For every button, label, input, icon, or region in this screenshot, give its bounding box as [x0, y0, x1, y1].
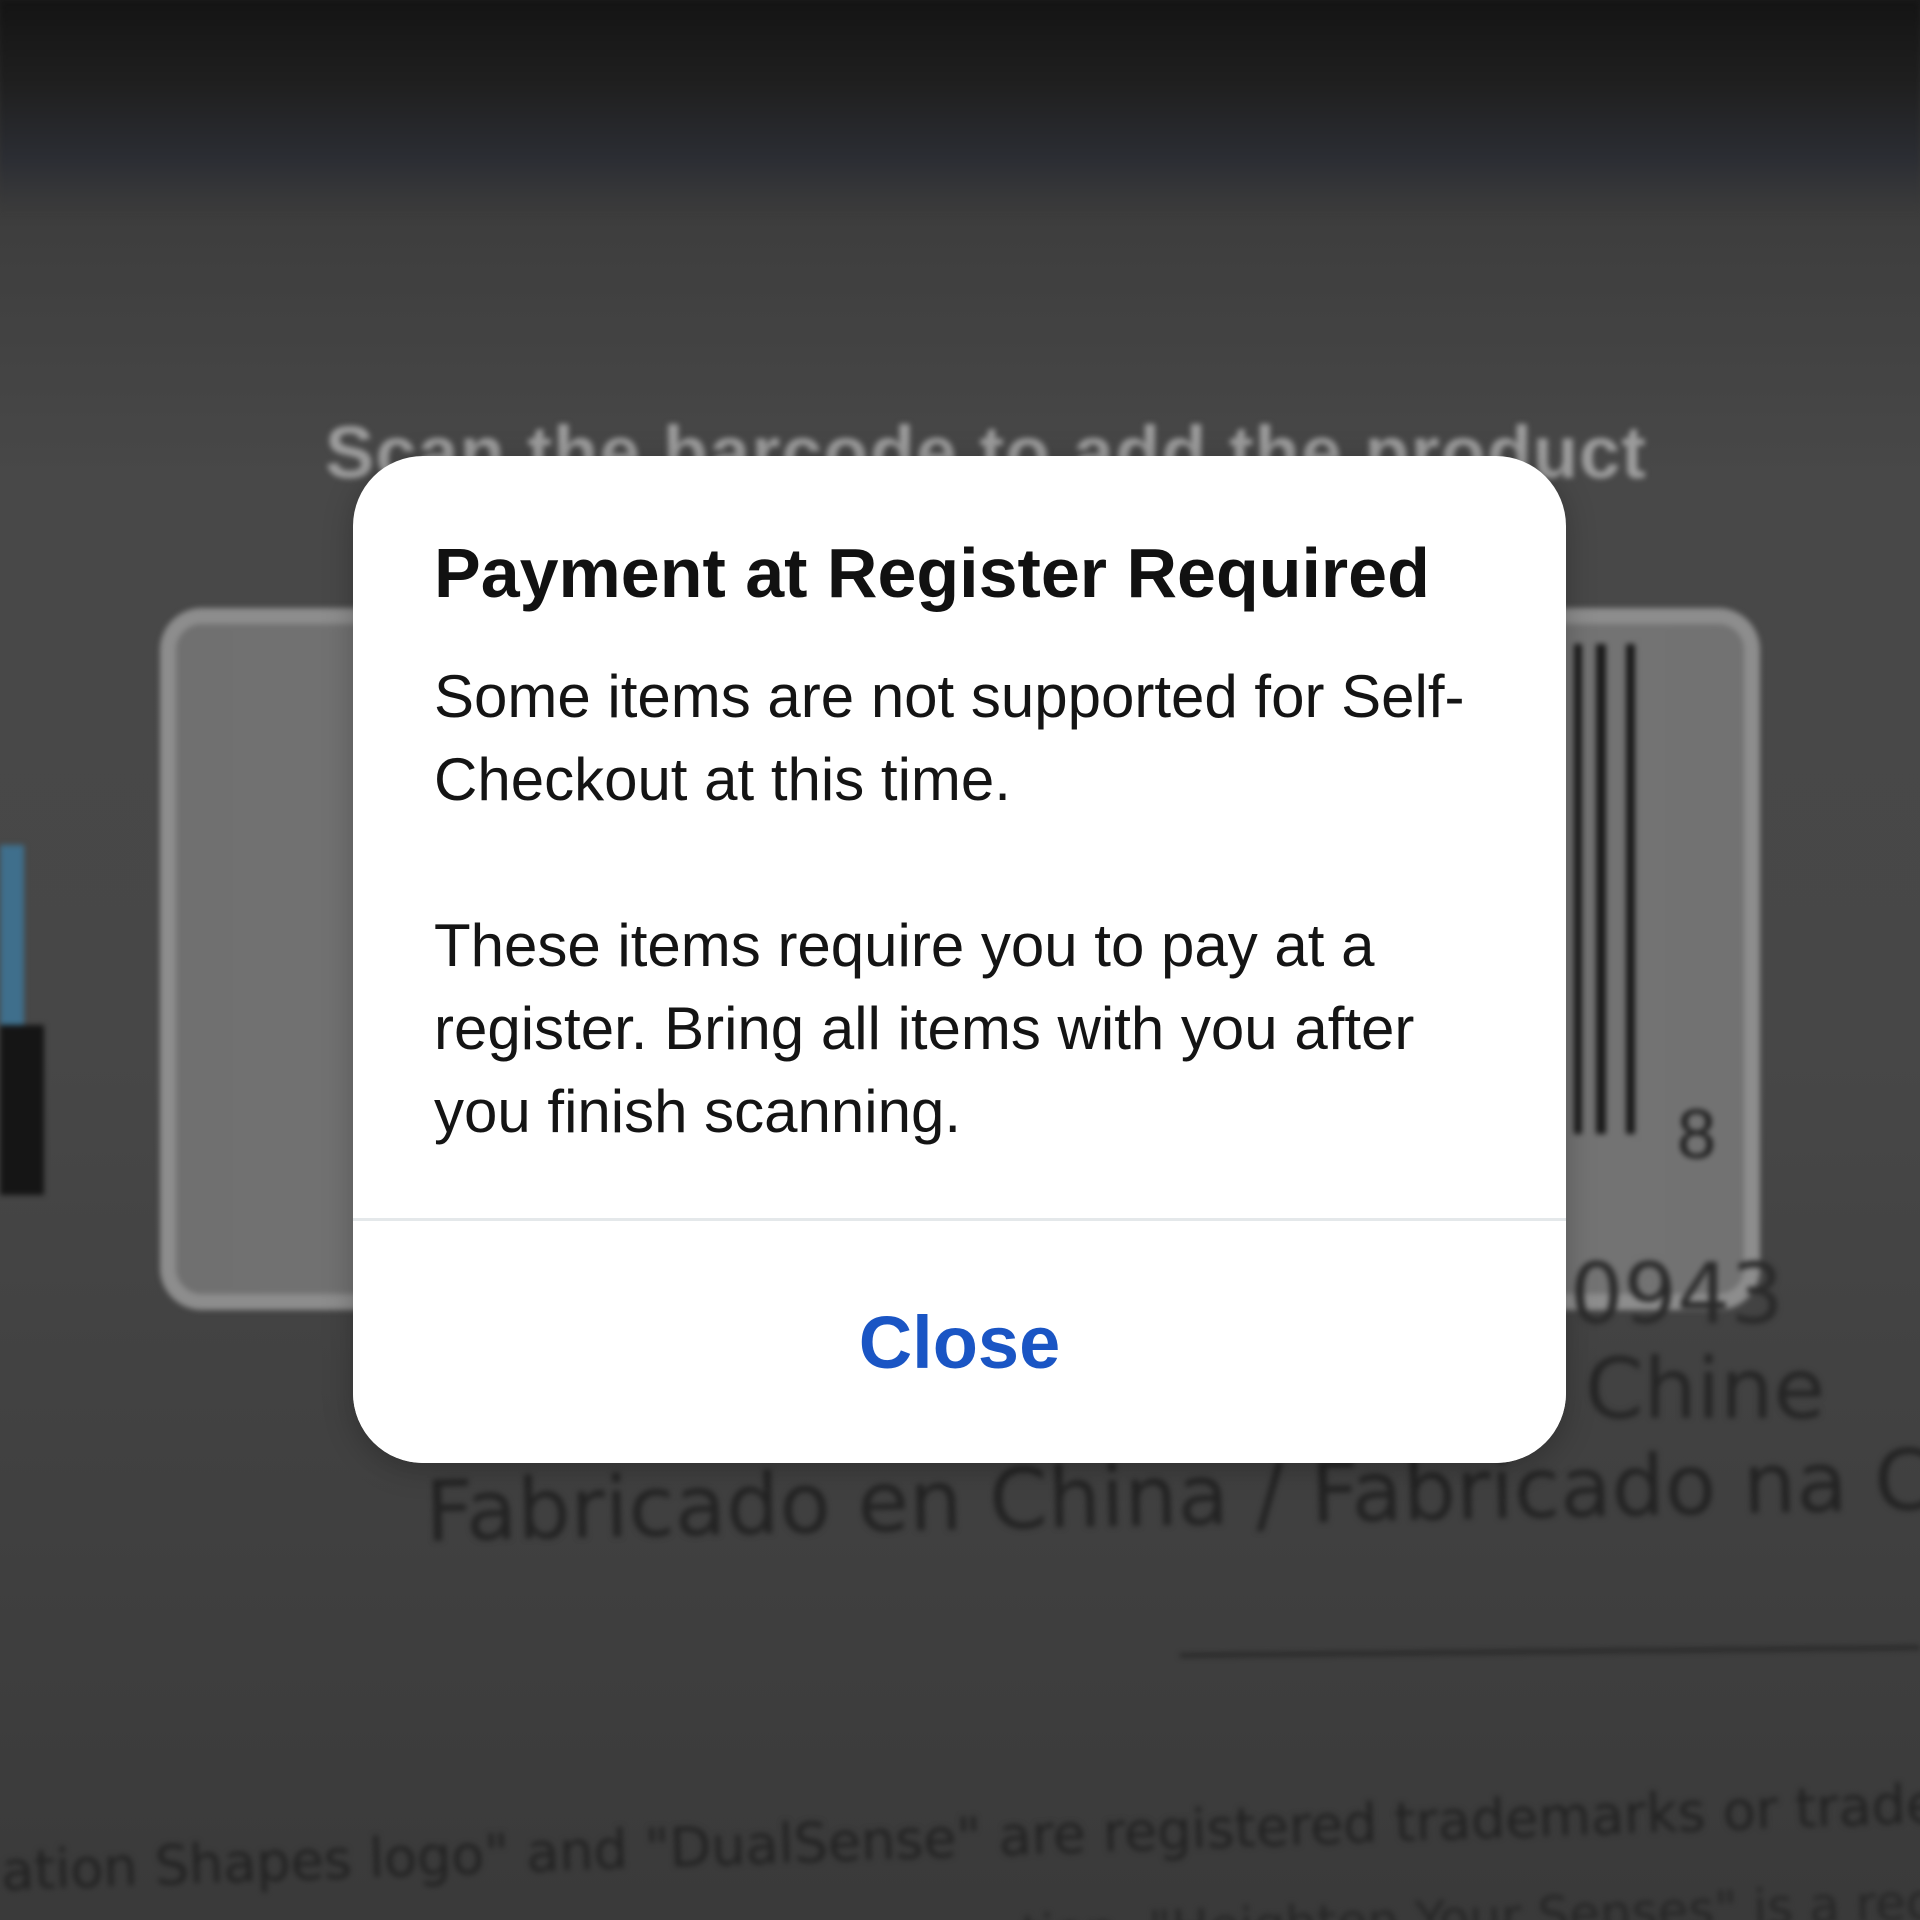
alert-message-paragraph-1: Some items are not supported for Self-Ch… — [434, 663, 1465, 813]
alert-body: Payment at Register Required Some items … — [353, 456, 1566, 1221]
legal-text-line-2: tion. "Heighten Your Senses" is a regist — [1020, 1870, 1920, 1920]
self-checkout-scanner-screen: Scan the barcode to add the product 8 09… — [0, 0, 1920, 1920]
barcode-digit: 8 — [1677, 1095, 1716, 1173]
payment-required-alert: Payment at Register Required Some items … — [353, 456, 1566, 1463]
alert-message: Some items are not supported for Self-Ch… — [434, 655, 1486, 1153]
product-number-text: 0943 — [1570, 1245, 1784, 1343]
product-box-edge-black — [0, 1025, 44, 1195]
made-in-text: Chine — [1585, 1340, 1826, 1438]
product-box-edge-blue — [0, 845, 24, 1025]
alert-title: Payment at Register Required — [434, 534, 1430, 612]
package-divider — [1180, 1646, 1920, 1657]
legal-text-line-1: ation Shapes logo" and "DualSense" are r… — [0, 1764, 1920, 1903]
close-button[interactable]: Close — [353, 1221, 1566, 1463]
alert-message-paragraph-2: These items require you to pay at a regi… — [434, 912, 1415, 1145]
camera-top-band — [0, 0, 1920, 210]
